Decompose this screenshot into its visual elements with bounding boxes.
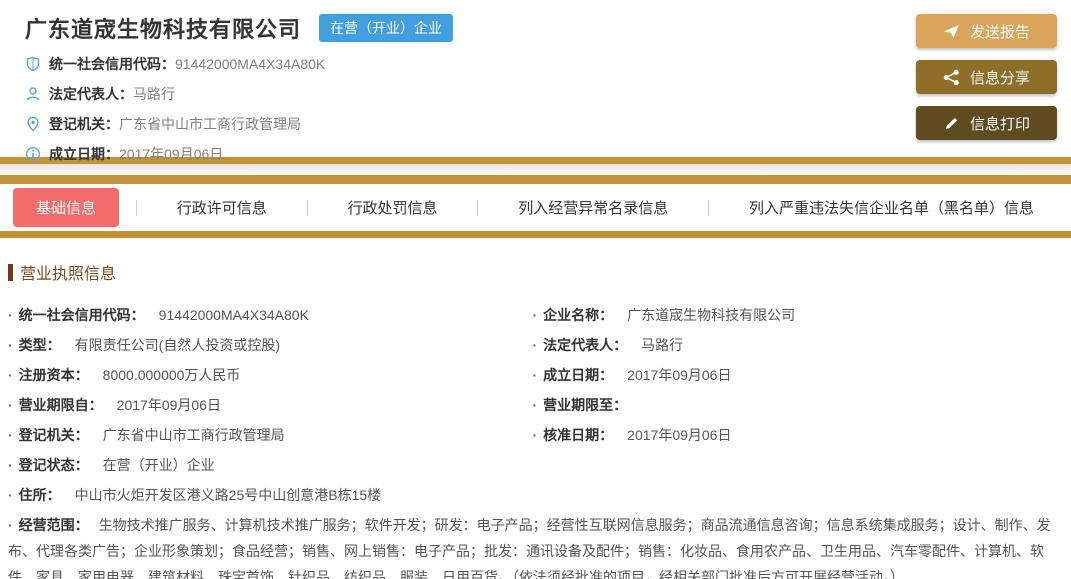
detail-row-registration-status: · 登记状态： 在营（开业）企业: [8, 457, 215, 473]
section-title-text: 营业执照信息: [20, 266, 117, 283]
print-info-label: 信息打印: [969, 115, 1030, 133]
credit-code-label: 统一社会信用代码：: [49, 56, 175, 72]
detail-row-type: · 类型： 有限责任公司(自然人投资或控股): [8, 337, 280, 353]
tab-divider: [135, 199, 137, 216]
founded-label: 成立日期：: [49, 146, 119, 162]
tab-blacklist[interactable]: 列入严重违法失信企业名单（黑名单）信息: [726, 188, 1057, 227]
detail-row-legal-rep: · 法定代表人： 马路行: [532, 337, 684, 353]
gold-divider-bottom: [0, 231, 1071, 238]
legal-rep-value: 马路行: [133, 86, 175, 102]
paper-plane-icon: [943, 24, 960, 38]
section-title-marker: [8, 263, 13, 281]
pencil-icon: [945, 117, 958, 129]
registry-row: 登记机关： 广东省中山市工商行政管理局: [25, 114, 1057, 134]
tab-divider: [708, 199, 710, 216]
tab-admin-license[interactable]: 行政许可信息: [154, 188, 290, 227]
share-icon: [943, 69, 959, 85]
section-title: 营业执照信息: [8, 260, 1057, 284]
page-title: 广东道宬生物科技有限公司: [25, 17, 302, 42]
founded-row: 成立日期： 2017年09月06日: [25, 144, 1057, 164]
send-report-label: 发送报告: [969, 23, 1030, 41]
tab-basic-info[interactable]: 基础信息: [13, 188, 120, 227]
share-info-label: 信息分享: [969, 69, 1030, 87]
detail-row-business-scope: · 经营范围： 生物技术推广服务、计算机技术推广服务；软件开发；研发：电子产品；经营…: [8, 517, 1051, 579]
registry-label: 登记机关：: [49, 116, 119, 132]
tab-divider: [477, 199, 479, 216]
credit-code-icon: [26, 56, 40, 72]
tab-abnormal-list[interactable]: 列入经营异常名录信息: [495, 188, 691, 227]
credit-code-value: 91442000MA4X34A80K: [175, 56, 326, 72]
legal-rep-label: 法定代表人：: [49, 86, 133, 102]
detail-row-registered-capital: · 注册资本： 8000.000000万人民币: [8, 367, 241, 383]
detail-row-founded-date: · 成立日期： 2017年09月06日: [532, 367, 732, 383]
registry-value: 广东省中山市工商行政管理局: [119, 116, 301, 132]
detail-row-term-from: · 营业期限自： 2017年09月06日: [8, 397, 221, 413]
founded-value: 2017年09月06日: [119, 146, 224, 162]
detail-row-credit-code: · 统一社会信用代码： 91442000MA4X34A80K: [8, 307, 309, 323]
status-badge: 在营（开业）企业: [319, 14, 454, 42]
license-right-column: · 企业名称： 广东道宬生物科技有限公司 · 法定代表人： 马路行 · 成立日期： 2017…: [533, 300, 1058, 480]
info-icon: [25, 146, 41, 162]
legal-rep-row: 法定代表人： 马路行: [25, 84, 1057, 104]
company-header: 广东道宬生物科技有限公司 在营（开业）企业 统一社会信用代码： 91442000…: [0, 0, 1071, 162]
detail-row-registry: · 登记机关： 广东省中山市工商行政管理局: [8, 427, 285, 443]
tab-admin-penalty[interactable]: 行政处罚信息: [324, 188, 460, 227]
tab-bar: 基础信息 行政许可信息 行政处罚信息 列入经营异常名录信息 列入严重违法失信企业…: [0, 184, 1071, 231]
detail-row-company-name: · 企业名称： 广东道宬生物科技有限公司: [532, 307, 796, 323]
send-report-button[interactable]: 发送报告: [916, 14, 1057, 48]
license-left-column: · 统一社会信用代码： 91442000MA4X34A80K · 类型： 有限责任公司(…: [8, 300, 533, 480]
person-icon: [26, 87, 40, 101]
gold-divider-middle: [0, 175, 1071, 184]
divider-shadow: [0, 164, 1071, 175]
detail-row-address: · 住所： 中山市火炬开发区港义路25号中山创意港B栋15楼: [8, 487, 382, 503]
location-icon: [27, 116, 39, 132]
detail-row-approval-date: · 核准日期： 2017年09月06日: [532, 427, 732, 443]
share-info-button[interactable]: 信息分享: [916, 60, 1057, 94]
print-info-button[interactable]: 信息打印: [916, 106, 1057, 140]
detail-row-term-to: · 营业期限至：: [532, 397, 628, 413]
tab-divider: [306, 199, 308, 216]
license-section: 营业执照信息 · 统一社会信用代码： 91442000MA4X34A80K · 类型：…: [0, 238, 1071, 579]
action-buttons: 发送报告 信息分享 信息打印: [916, 14, 1057, 140]
credit-code-row: 统一社会信用代码： 91442000MA4X34A80K: [25, 54, 1057, 74]
